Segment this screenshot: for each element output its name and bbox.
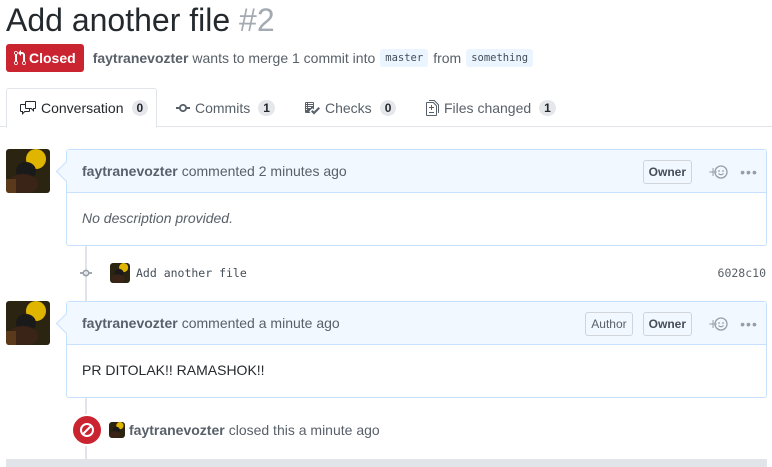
comment-header: faytranevozter commented a minute ago Au… bbox=[67, 302, 766, 345]
commit-event: Add another file 6028c10 bbox=[80, 262, 768, 284]
from-word: from bbox=[433, 50, 462, 66]
timeline-divider bbox=[6, 459, 767, 467]
closed-by-avatar[interactable] bbox=[109, 422, 125, 438]
commit-avatar[interactable] bbox=[110, 263, 130, 283]
file-diff-icon bbox=[426, 99, 439, 116]
comment-time-link[interactable]: a minute ago bbox=[259, 315, 340, 331]
comment: faytranevozter commented a minute ago Au… bbox=[66, 301, 767, 398]
tab-label: Checks bbox=[325, 99, 372, 116]
pull-request-icon bbox=[14, 50, 26, 66]
tab-counter: 0 bbox=[379, 99, 397, 116]
commit-sha-link[interactable]: 6028c10 bbox=[718, 266, 766, 280]
comment-time-link[interactable]: 2 minutes ago bbox=[259, 163, 347, 179]
checklist-icon bbox=[305, 101, 320, 114]
git-commit-icon bbox=[80, 265, 92, 281]
author-badge: Author bbox=[585, 311, 633, 336]
avatar-image bbox=[6, 149, 50, 193]
more-options-button[interactable]: ••• bbox=[734, 164, 764, 180]
pr-title-text: Add another file bbox=[6, 2, 231, 38]
pr-meta: Closed faytranevozter wants to merge 1 c… bbox=[6, 44, 538, 72]
closed-by-author-link[interactable]: faytranevozter bbox=[129, 422, 225, 438]
tab-checks[interactable]: Checks 0 bbox=[304, 88, 397, 127]
add-reaction-button[interactable]: + bbox=[702, 164, 734, 180]
comment-action: commented bbox=[181, 163, 255, 179]
comment-actions: Author Owner + ••• bbox=[585, 302, 766, 345]
owner-badge: Owner bbox=[642, 311, 692, 336]
tab-counter: 1 bbox=[539, 99, 556, 116]
owner-badge: Owner bbox=[642, 159, 692, 184]
status-badge: Closed bbox=[6, 44, 84, 72]
comment-action: commented bbox=[181, 315, 255, 331]
tab-label: Files changed bbox=[444, 99, 532, 116]
head-branch[interactable]: something bbox=[466, 49, 534, 67]
closed-event-text: closed this a minute ago bbox=[228, 422, 380, 438]
pr-number: #2 bbox=[239, 2, 275, 38]
avatar[interactable] bbox=[6, 149, 50, 193]
pr-title: Add another file #2 bbox=[6, 1, 275, 39]
tab-counter: 0 bbox=[131, 100, 149, 116]
closed-event: faytranevozter closed this a minute ago bbox=[71, 414, 380, 446]
smiley-icon: + bbox=[708, 165, 728, 179]
tab-conversation[interactable]: Conversation 0 bbox=[6, 88, 157, 128]
pr-tabs: Conversation 0 Commits 1 Checks 0 Files … bbox=[0, 88, 772, 128]
comment-actions: Owner + ••• bbox=[642, 150, 766, 193]
comment-author-link[interactable]: faytranevozter bbox=[82, 315, 178, 331]
tab-label: Conversation bbox=[41, 100, 124, 116]
base-branch[interactable]: master bbox=[380, 49, 429, 67]
comment: faytranevozter commented 2 minutes ago O… bbox=[66, 149, 767, 246]
comment-author-link[interactable]: faytranevozter bbox=[82, 163, 178, 179]
circle-slash-icon bbox=[71, 414, 103, 446]
avatar-image bbox=[6, 301, 50, 345]
tab-files-changed[interactable]: Files changed 1 bbox=[426, 88, 556, 127]
comment-body: PR DITOLAK!! RAMASHOK!! bbox=[82, 362, 265, 378]
git-commit-icon bbox=[176, 103, 190, 112]
commit-message-link[interactable]: Add another file bbox=[136, 266, 247, 280]
tab-counter: 1 bbox=[258, 99, 275, 116]
avatar[interactable] bbox=[6, 301, 50, 345]
comment-header: faytranevozter commented 2 minutes ago O… bbox=[67, 150, 766, 193]
pr-summary: wants to merge 1 commit into bbox=[192, 50, 376, 66]
comment-discussion-icon bbox=[20, 101, 36, 115]
add-reaction-button[interactable]: + bbox=[702, 316, 734, 332]
comment-body: No description provided. bbox=[82, 210, 233, 226]
tab-commits[interactable]: Commits 1 bbox=[176, 88, 275, 127]
pr-author-link[interactable]: faytranevozter bbox=[93, 50, 189, 66]
more-options-button[interactable]: ••• bbox=[734, 316, 764, 332]
status-label: Closed bbox=[29, 50, 76, 66]
smiley-icon: + bbox=[708, 317, 728, 331]
tab-label: Commits bbox=[195, 99, 251, 116]
